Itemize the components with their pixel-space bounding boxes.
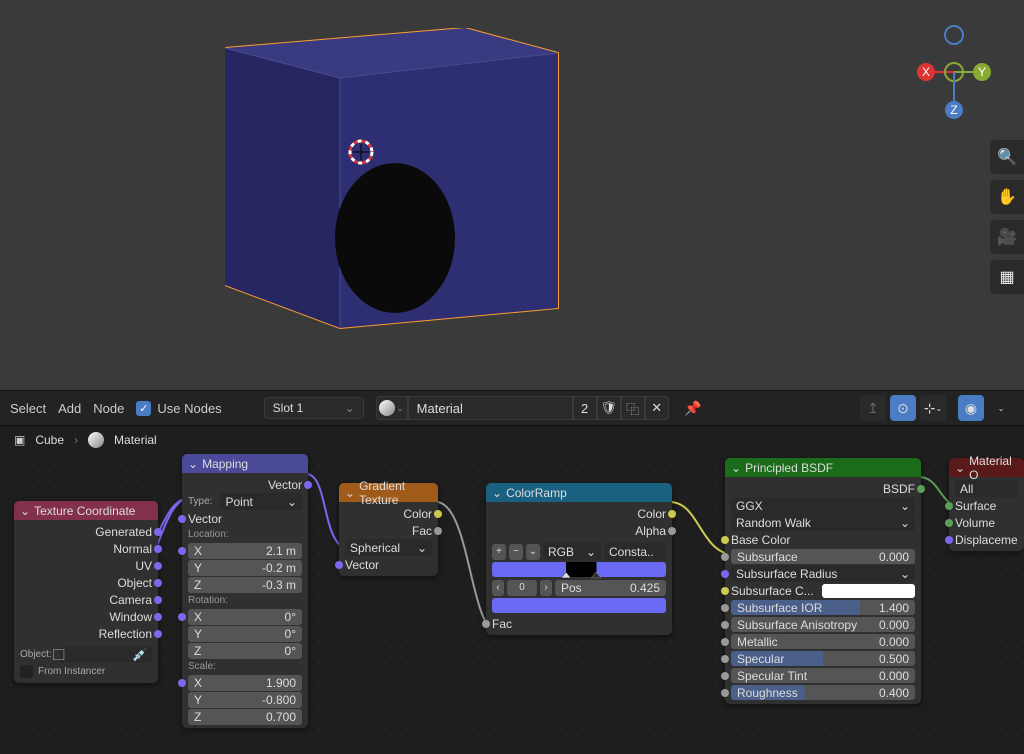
breadcrumb-material: Material	[114, 433, 157, 447]
ramp-remove[interactable]: −	[509, 544, 523, 560]
ramp-pos[interactable]: Pos0.425	[555, 580, 666, 596]
material-name-field[interactable]: Material	[408, 396, 573, 420]
parent-node-button[interactable]: ↥	[860, 395, 886, 421]
grid-icon[interactable]: ▦	[990, 260, 1024, 294]
object-picker[interactable]: ⃞💉	[60, 646, 152, 663]
navigation-gizmo[interactable]: X Y Z	[909, 20, 999, 140]
menu-add[interactable]: Add	[58, 401, 81, 416]
node-editor[interactable]: ⌄Texture Coordinate Generated Normal UV …	[0, 454, 1024, 747]
scl-y[interactable]: Y-0.800	[188, 692, 302, 708]
loc-y[interactable]: Y-0.2 m	[188, 560, 302, 576]
material-browse-button[interactable]: ⌄	[376, 396, 408, 420]
menu-node[interactable]: Node	[93, 401, 124, 416]
material-users[interactable]: 2	[573, 396, 597, 420]
use-nodes-label: Use Nodes	[157, 401, 221, 416]
use-nodes-checkbox[interactable]: ✓	[136, 401, 151, 416]
output-target[interactable]: All	[955, 480, 1018, 497]
snap-options[interactable]: ⊹⌄	[920, 395, 946, 421]
svg-text:Z: Z	[950, 103, 957, 117]
svg-text:X: X	[922, 65, 930, 79]
node-mapping[interactable]: ⌄Mapping Vector Type:Point⌄ Vector Locat…	[182, 454, 308, 728]
breadcrumb: ▣ Cube › Material	[0, 426, 1024, 454]
cube-mesh	[225, 28, 585, 368]
svg-text:Y: Y	[978, 65, 986, 79]
ramp-interp[interactable]: Consta..	[604, 543, 666, 560]
zoom-icon[interactable]: 🔍	[990, 140, 1024, 174]
breadcrumb-object: Cube	[35, 433, 64, 447]
fake-user-button[interactable]: 🛡	[597, 396, 621, 420]
gradient-type-dropdown[interactable]: Spherical⌄	[345, 539, 432, 556]
node-editor-header: Select Add Node ✓ Use Nodes Slot 1⌄ ⌄ Ma…	[0, 390, 1024, 426]
loc-z[interactable]: Z-0.3 m	[188, 577, 302, 593]
scl-z[interactable]: Z0.700	[188, 709, 302, 725]
node-principled-bsdf[interactable]: ⌄Principled BSDF BSDF GGX⌄ Random Walk⌄ …	[725, 458, 921, 704]
color-ramp-bar[interactable]	[492, 562, 666, 577]
duplicate-button[interactable]: ⿻	[621, 396, 645, 420]
rot-x[interactable]: X0°	[188, 609, 302, 625]
ramp-mode[interactable]: RGB⌄	[543, 543, 601, 560]
ramp-color-swatch[interactable]	[492, 598, 666, 613]
viewport-3d[interactable]: X Y Z 🔍 ✋ 🎥 ▦	[0, 0, 1024, 390]
node-material-output[interactable]: ⌄Material O All Surface Volume Displacem…	[949, 458, 1024, 551]
menu-select[interactable]: Select	[10, 401, 46, 416]
node-color-ramp[interactable]: ⌄ColorRamp Color Alpha + − ⌄ RGB⌄ Consta…	[486, 483, 672, 635]
rot-z[interactable]: Z0°	[188, 643, 302, 659]
loc-x[interactable]: X2.1 m	[188, 543, 302, 559]
from-instancer-checkbox[interactable]	[20, 665, 33, 678]
cursor-3d	[346, 137, 376, 167]
mapping-type-dropdown[interactable]: Point⌄	[220, 493, 302, 510]
overlay-button[interactable]: ◉	[958, 395, 984, 421]
ramp-menu[interactable]: ⌄	[526, 544, 540, 560]
rot-y[interactable]: Y0°	[188, 626, 302, 642]
snap-button[interactable]: ⊙	[890, 395, 916, 421]
unlink-button[interactable]: ✕	[645, 396, 669, 420]
scl-x[interactable]: X1.900	[188, 675, 302, 691]
bsdf-distribution[interactable]: GGX⌄	[731, 497, 915, 514]
camera-icon[interactable]: 🎥	[990, 220, 1024, 254]
overlay-options[interactable]: ⌄	[988, 395, 1014, 421]
ramp-add[interactable]: +	[492, 544, 506, 560]
pin-button[interactable]: 📌	[681, 396, 705, 420]
node-texture-coordinate[interactable]: ⌄Texture Coordinate Generated Normal UV …	[14, 501, 158, 683]
bsdf-sss-method[interactable]: Random Walk⌄	[731, 514, 915, 531]
node-gradient-texture[interactable]: ⌄Gradient Texture Color Fac Spherical⌄ V…	[339, 483, 438, 576]
slot-dropdown[interactable]: Slot 1⌄	[264, 397, 364, 419]
ramp-index[interactable]: 0	[507, 580, 537, 596]
pan-icon[interactable]: ✋	[990, 180, 1024, 214]
